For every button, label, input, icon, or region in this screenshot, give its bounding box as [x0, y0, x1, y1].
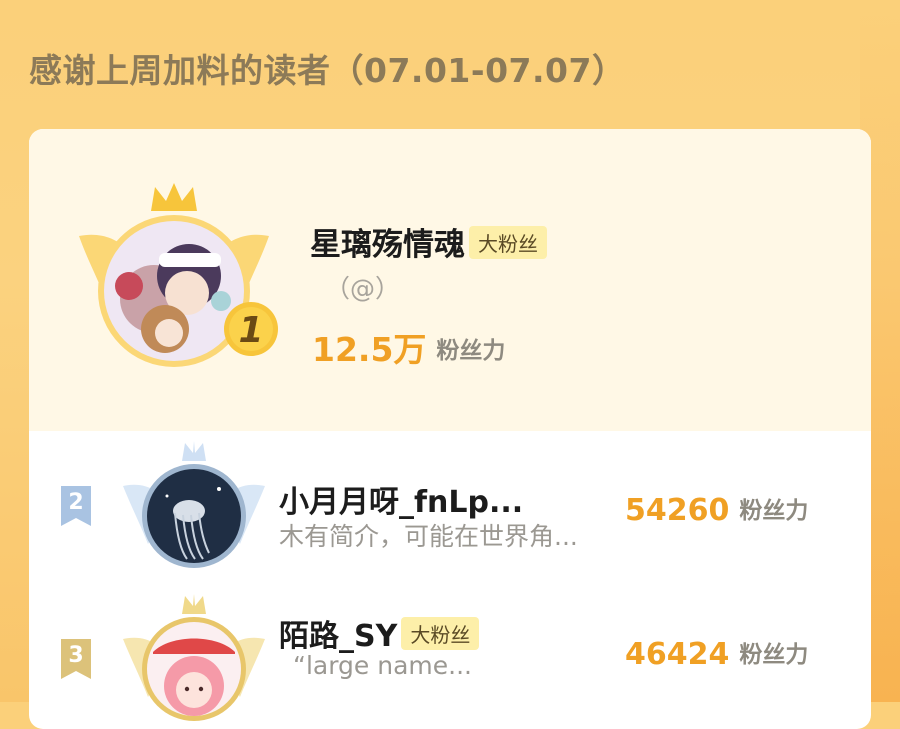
- fan-power-value: 46424: [625, 637, 730, 672]
- reader-name[interactable]: 陌路_SY: [279, 619, 397, 654]
- top-reader-avatar-group[interactable]: 1: [69, 181, 279, 381]
- fan-power-value: 54260: [625, 493, 730, 528]
- fan-power-label: 粉丝力: [739, 498, 809, 524]
- reader-description: “large name...: [293, 651, 472, 680]
- fan-power-value: 12.5万: [312, 330, 427, 369]
- top-reader-name-line: 星璃殇情魂 大粉丝: [310, 219, 547, 264]
- rank-number: 3: [68, 643, 84, 668]
- reader-name-line: 陌路_SY 大粉丝: [279, 611, 480, 655]
- page-title: 感谢上周加料的读者（07.01-07.07）: [29, 51, 626, 90]
- fan-badge: 大粉丝: [401, 617, 480, 650]
- fan-badge: 大粉丝: [469, 226, 547, 259]
- reader-score: 46424 粉丝力: [625, 635, 808, 672]
- rank-number: 2: [68, 490, 84, 515]
- top-reader-section[interactable]: 1 星璃殇情魂 大粉丝 （@） 12.5万 粉丝力: [29, 129, 871, 431]
- avatar[interactable]: [119, 441, 269, 571]
- reader-score: 54260 粉丝力: [625, 491, 808, 528]
- reader-name[interactable]: 小月月呀_fnLp...: [279, 477, 523, 521]
- leaderboard-card: 1 星璃殇情魂 大粉丝 （@） 12.5万 粉丝力 2 小月月呀_fnLp...…: [29, 129, 871, 729]
- reader-avatar-group[interactable]: [119, 594, 269, 724]
- avatar[interactable]: [119, 594, 269, 724]
- rank-number: 1: [238, 310, 263, 351]
- top-reader-score: 12.5万 粉丝力: [312, 323, 505, 371]
- medal-icon: 1: [224, 302, 278, 356]
- top-reader-handle: （@）: [325, 274, 401, 303]
- top-reader-name[interactable]: 星璃殇情魂: [310, 227, 465, 263]
- reader-avatar-group[interactable]: [119, 441, 269, 571]
- fan-power-label: 粉丝力: [739, 642, 809, 668]
- reader-description: 木有简介，可能在世界角...: [279, 522, 578, 551]
- fan-power-label: 粉丝力: [436, 338, 506, 364]
- reader-row[interactable]: 3 陌路_SY 大粉丝 “large name... 46424 粉丝力: [29, 589, 871, 729]
- reader-row[interactable]: 2 小月月呀_fnLp... 木有简介，可能在世界角... 54260 粉丝力: [29, 431, 871, 581]
